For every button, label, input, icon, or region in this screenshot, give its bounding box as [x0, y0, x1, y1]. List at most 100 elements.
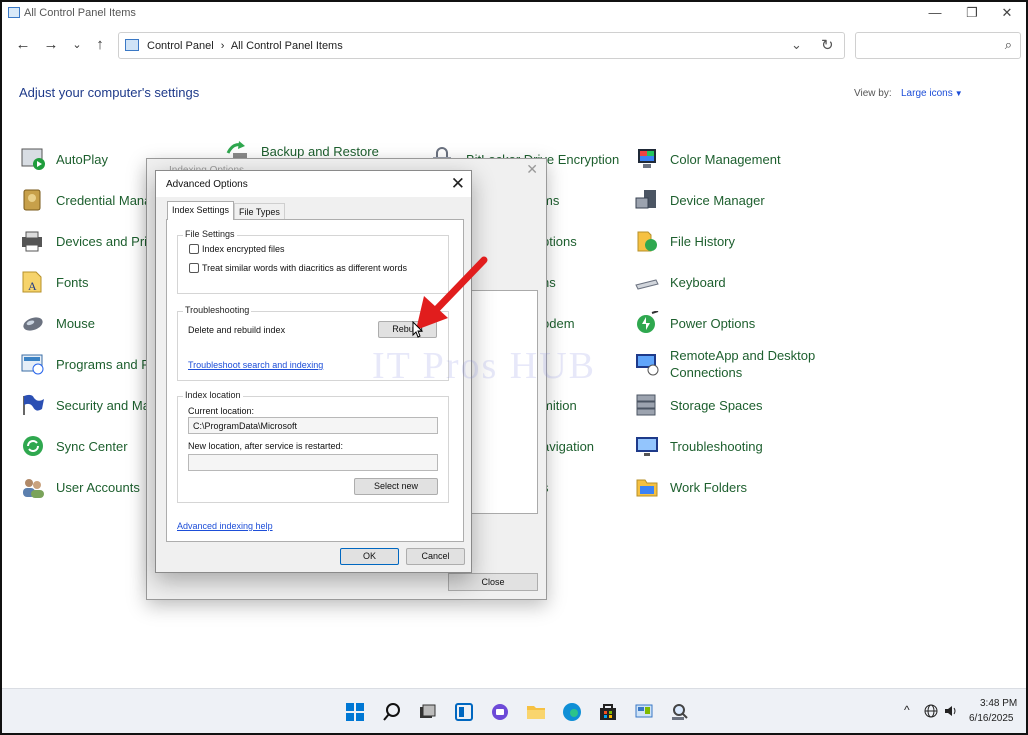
rebuild-button[interactable]: Rebuild: [378, 321, 437, 338]
tab-index-settings[interactable]: Index Settings: [167, 201, 235, 220]
address-dropdown-icon[interactable]: ⌄: [791, 37, 802, 53]
cp-item-fonts[interactable]: A Fonts: [20, 269, 89, 295]
checkbox-label: Index encrypted files: [202, 244, 285, 254]
ok-button[interactable]: OK: [340, 548, 399, 565]
keyboard-icon: [634, 270, 660, 294]
volume-icon[interactable]: [943, 703, 959, 719]
cp-item-troubleshooting[interactable]: Troubleshooting: [634, 433, 763, 459]
cp-item-color-management[interactable]: Color Management: [634, 146, 781, 172]
printer-icon: [20, 229, 46, 253]
power-options-icon: [634, 310, 660, 335]
breadcrumb: Control Panel › All Control Panel Items: [147, 40, 347, 52]
start-icon[interactable]: [345, 702, 365, 722]
tray-chevron-icon[interactable]: ^: [904, 703, 910, 717]
cp-item-col3-7[interactable]: mition: [542, 392, 577, 418]
minimize-button[interactable]: —: [920, 4, 950, 22]
forward-button[interactable]: →: [42, 36, 60, 54]
address-bar[interactable]: Control Panel › All Control Panel Items …: [118, 32, 845, 59]
store-icon[interactable]: [598, 702, 618, 722]
cp-item-col3-3[interactable]: ptions: [542, 228, 577, 254]
restore-button[interactable]: ❐: [957, 4, 987, 22]
credential-manager-icon: [20, 188, 46, 212]
search-input[interactable]: ⌕: [855, 32, 1021, 59]
svg-text:A: A: [28, 279, 37, 293]
widgets-icon[interactable]: [454, 702, 474, 722]
remoteapp-icon: [634, 352, 660, 376]
cp-item-keyboard[interactable]: Keyboard: [634, 269, 726, 295]
cp-item-label: File History: [670, 233, 736, 249]
cp-item-label: Fonts: [56, 274, 89, 290]
clock-time[interactable]: 3:48 PM: [980, 698, 1017, 709]
view-by-dropdown[interactable]: Large icons ▼: [901, 88, 963, 99]
control-panel-taskbar-icon[interactable]: [634, 702, 654, 722]
cancel-button[interactable]: Cancel: [406, 548, 465, 565]
index-settings-panel: File Settings Index encrypted files Trea…: [166, 219, 464, 542]
back-button[interactable]: ←: [14, 36, 32, 54]
breadcrumb-separator[interactable]: ›: [221, 40, 225, 52]
task-view-icon[interactable]: [417, 702, 437, 722]
cp-item-sync-center[interactable]: Sync Center: [20, 433, 128, 459]
flag-icon: [20, 393, 46, 417]
title-bar: All Control Panel Items — ❐ ✕: [2, 2, 1026, 26]
cp-item-label: Keyboard: [670, 274, 726, 290]
breadcrumb-all-items[interactable]: All Control Panel Items: [231, 40, 343, 52]
breadcrumb-control-panel[interactable]: Control Panel: [147, 40, 214, 52]
refresh-icon[interactable]: ↻: [821, 36, 834, 54]
select-new-button[interactable]: Select new: [354, 478, 438, 495]
search-icon[interactable]: ⌕: [1005, 37, 1012, 53]
cp-item-remoteapp[interactable]: RemoteApp and Desktop Connections: [634, 347, 830, 381]
close-icon[interactable]: ✕: [526, 161, 538, 178]
cp-item-work-folders[interactable]: Work Folders: [634, 474, 747, 500]
cp-item-file-history[interactable]: File History: [634, 228, 735, 254]
cp-item-devices-printers[interactable]: Devices and Prin: [20, 228, 154, 254]
search-icon[interactable]: [382, 702, 402, 722]
cp-item-label: Power Options: [670, 315, 756, 331]
cp-item-user-accounts[interactable]: User Accounts: [20, 474, 140, 500]
advanced-indexing-help-link[interactable]: Advanced indexing help: [177, 521, 273, 531]
cp-item-label: Mouse: [56, 315, 96, 331]
indexing-close-button[interactable]: Close: [448, 573, 538, 591]
device-manager-icon: [634, 188, 660, 212]
color-management-icon: [634, 147, 660, 171]
language-icon[interactable]: [923, 703, 939, 719]
storage-icon: [634, 393, 660, 417]
indexing-options-taskbar-icon[interactable]: [670, 702, 690, 722]
checkbox-box: [189, 263, 199, 273]
cp-item-mouse[interactable]: Mouse: [20, 310, 95, 336]
cp-item-device-manager[interactable]: Device Manager: [634, 187, 765, 213]
cp-item-power-options[interactable]: Power Options: [634, 310, 755, 336]
cp-item-label: ptions: [542, 233, 577, 249]
cp-item-label: Troubleshooting: [670, 438, 763, 454]
cp-item-security-maintenance[interactable]: Security and Ma: [20, 392, 150, 418]
close-button[interactable]: ✕: [992, 4, 1022, 22]
view-by-value: Large icons: [901, 88, 953, 99]
users-icon: [20, 475, 46, 499]
cp-item-label: Credential Mana: [56, 192, 152, 208]
file-explorer-icon[interactable]: [526, 702, 546, 722]
up-button[interactable]: ↑: [91, 36, 109, 54]
cp-item-credential-manager[interactable]: Credential Mana: [20, 187, 151, 213]
advanced-options-dialog: Advanced Options ✕ Index Settings File T…: [155, 170, 472, 573]
file-history-icon: [634, 229, 660, 253]
cp-item-programs-features[interactable]: Programs and F: [20, 351, 149, 377]
autoplay-icon: [20, 147, 46, 171]
diacritics-checkbox[interactable]: Treat similar words with diacritics as d…: [189, 263, 407, 273]
chat-icon[interactable]: [490, 702, 510, 722]
control-panel-icon: [125, 39, 139, 51]
index-encrypted-checkbox[interactable]: Index encrypted files: [189, 244, 285, 254]
cp-item-autoplay[interactable]: AutoPlay: [20, 146, 108, 172]
edge-icon[interactable]: [562, 702, 582, 722]
cp-item-storage-spaces[interactable]: Storage Spaces: [634, 392, 763, 418]
troubleshoot-search-link[interactable]: Troubleshoot search and indexing: [188, 360, 323, 370]
page-heading: Adjust your computer's settings: [19, 85, 200, 100]
close-icon[interactable]: ✕: [451, 174, 465, 194]
tab-file-types[interactable]: File Types: [234, 203, 285, 220]
cp-item-col3-8[interactable]: avigation: [542, 433, 594, 459]
recent-locations-button[interactable]: ⌄: [68, 36, 86, 54]
cp-item-label: avigation: [542, 438, 595, 454]
mouse-cursor-icon: [412, 321, 424, 338]
cp-item-label: Storage Spaces: [670, 397, 763, 413]
group-label: File Settings: [183, 229, 237, 239]
clock-date[interactable]: 6/16/2025: [969, 713, 1014, 724]
group-label: Troubleshooting: [183, 305, 252, 315]
